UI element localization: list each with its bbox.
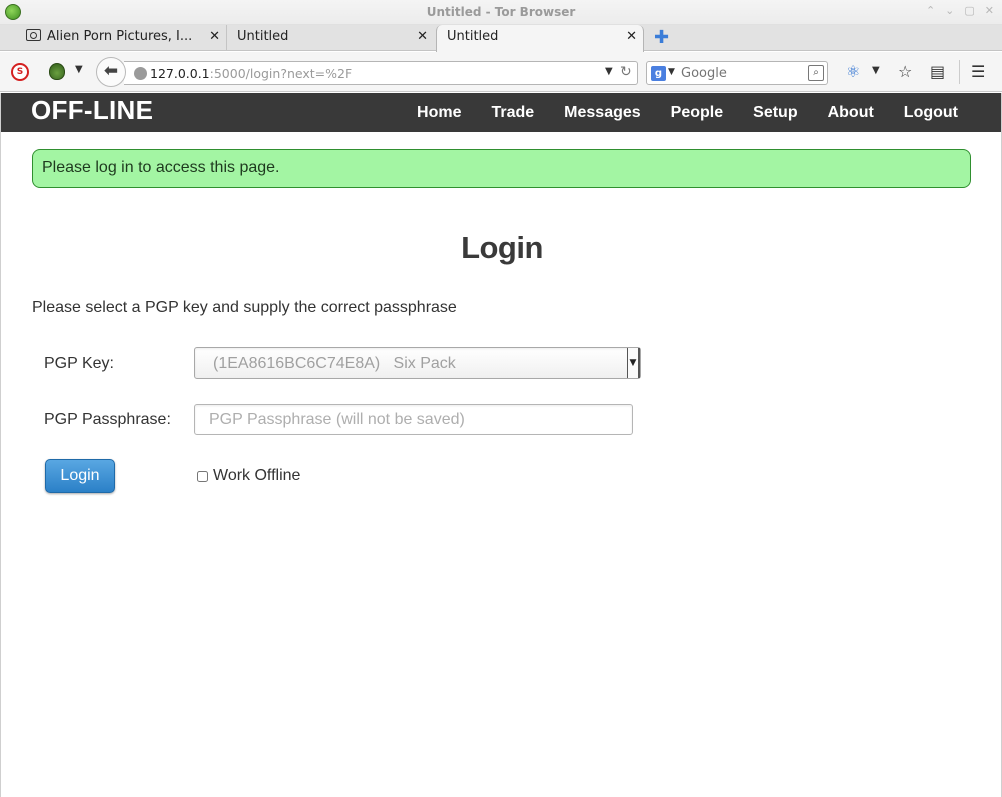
- chevron-down-icon[interactable]: ▼: [872, 65, 880, 76]
- search-input[interactable]: [681, 65, 801, 82]
- tab-alien[interactable]: Alien Porn Pictures, I... ✕: [16, 25, 226, 51]
- torbutton-icon[interactable]: ⚛: [846, 62, 860, 81]
- nav-trade[interactable]: Trade: [491, 104, 534, 122]
- nav-home[interactable]: Home: [417, 104, 461, 122]
- site-brand[interactable]: OFF-LINE: [31, 95, 153, 126]
- work-offline-option[interactable]: Work Offline: [197, 467, 300, 485]
- work-offline-label: Work Offline: [213, 467, 301, 484]
- site-header: OFF-LINE Home Trade Messages People Setu…: [1, 93, 1001, 132]
- url-history-dropdown-icon[interactable]: ▼: [605, 66, 613, 77]
- nav-people[interactable]: People: [671, 104, 723, 122]
- nav-about[interactable]: About: [828, 104, 874, 122]
- passphrase-label: PGP Passphrase:: [44, 411, 171, 428]
- close-window-icon[interactable]: ✕: [985, 4, 994, 17]
- pgp-key-label: PGP Key:: [44, 355, 114, 372]
- google-engine-icon[interactable]: g: [651, 66, 666, 81]
- nav-messages[interactable]: Messages: [564, 104, 641, 122]
- pgp-key-select[interactable]: (1EA8616BC6C74E8A) Six Pack ▼: [194, 347, 641, 379]
- tab-label: Untitled: [447, 29, 499, 44]
- site-nav: Home Trade Messages People Setup About L…: [417, 104, 958, 122]
- camera-icon: [26, 29, 41, 41]
- nav-logout[interactable]: Logout: [904, 104, 958, 122]
- bookmarks-menu-icon[interactable]: ▤: [930, 62, 945, 81]
- browser-toolbar: S ▼ 127.0.0.1:5000/login?next=%2F ▼ ↻ ⬅ …: [0, 52, 1002, 92]
- maximize-icon[interactable]: ▢: [964, 4, 974, 17]
- new-tab-plus-icon[interactable]: ✚: [654, 27, 669, 48]
- page-viewport: OFF-LINE Home Trade Messages People Setu…: [0, 93, 1002, 797]
- tab-untitled-1[interactable]: Untitled ✕: [226, 25, 434, 51]
- minimize-icon[interactable]: ⌄: [945, 4, 954, 17]
- passphrase-input[interactable]: [194, 404, 633, 435]
- url-text[interactable]: 127.0.0.1:5000/login?next=%2F: [150, 66, 352, 81]
- chevron-down-icon[interactable]: ▼: [668, 67, 675, 77]
- search-go-icon[interactable]: ⌕: [808, 65, 824, 81]
- bookmark-star-icon[interactable]: ☆: [898, 62, 912, 81]
- tab-close-icon[interactable]: ✕: [417, 29, 428, 44]
- tab-close-icon[interactable]: ✕: [626, 29, 637, 44]
- work-offline-checkbox[interactable]: [197, 470, 208, 482]
- window-title: Untitled - Tor Browser: [426, 5, 576, 19]
- globe-icon: [134, 67, 147, 80]
- tab-label: Untitled: [237, 29, 289, 44]
- tab-close-icon[interactable]: ✕: [209, 29, 220, 44]
- url-bar[interactable]: 127.0.0.1:5000/login?next=%2F ▼ ↻: [124, 61, 638, 85]
- tor-onion-icon[interactable]: [49, 63, 65, 80]
- pgp-key-selected-value: (1EA8616BC6C74E8A) Six Pack: [213, 355, 456, 372]
- login-button[interactable]: Login: [45, 459, 115, 493]
- tab-untitled-active[interactable]: Untitled ✕: [436, 25, 644, 52]
- dropdown-arrow-icon[interactable]: ▼: [627, 348, 640, 378]
- search-bar[interactable]: g ▼ ⌕: [646, 61, 828, 85]
- flash-message: Please log in to access this page.: [32, 149, 971, 188]
- hamburger-menu-icon[interactable]: ☰: [971, 62, 985, 81]
- tab-label: Alien Porn Pictures, I...: [47, 29, 193, 44]
- page-title: Login: [461, 230, 543, 265]
- nav-setup[interactable]: Setup: [753, 104, 797, 122]
- tab-strip: Alien Porn Pictures, I... ✕ Untitled ✕ U…: [0, 25, 1002, 52]
- shade-up-icon[interactable]: ⌃: [926, 4, 935, 17]
- login-instructions: Please select a PGP key and supply the c…: [32, 299, 457, 316]
- back-button[interactable]: ⬅: [96, 57, 126, 87]
- noscript-icon[interactable]: S: [11, 63, 29, 81]
- window-titlebar: Untitled - Tor Browser ⌃ ⌄ ▢ ✕: [0, 0, 1002, 25]
- window-controls: ⌃ ⌄ ▢ ✕: [926, 4, 994, 17]
- toolbar-divider: [959, 60, 960, 84]
- reload-icon[interactable]: ↻: [620, 64, 632, 80]
- chevron-down-icon[interactable]: ▼: [75, 64, 83, 75]
